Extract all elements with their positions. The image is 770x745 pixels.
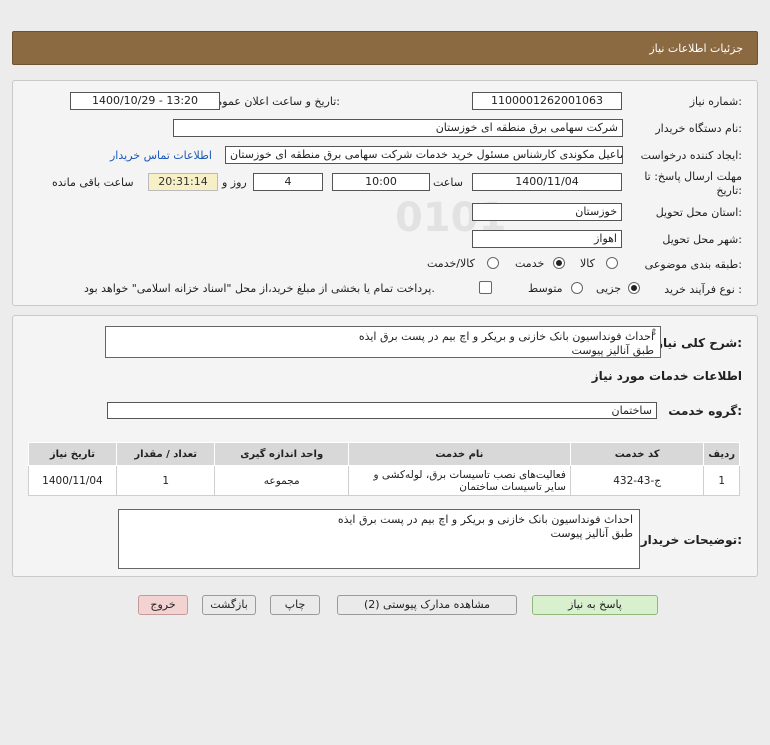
- cell-service-name: فعالیت‌های نصب تاسیسات برق، لوله‌کشی و س…: [347, 465, 571, 496]
- col-unit: واحد اندازه گیری: [214, 442, 349, 466]
- col-quantity: تعداد / مقدار: [115, 442, 216, 466]
- services-table-header: تاریخ نیاز تعداد / مقدار واحد اندازه گیر…: [28, 442, 740, 466]
- creator-field: اسماعیل مکوندی کارشناس مسئول خرید خدمات …: [225, 146, 623, 164]
- reply-button[interactable]: پاسخ به نیاز: [532, 595, 658, 615]
- creator-label: ایجاد کننده درخواست:: [640, 149, 742, 162]
- buyer-field: شرکت سهامی برق منطقه ای خوزستان: [173, 119, 623, 137]
- buyer-label: نام دستگاه خریدار:: [655, 122, 742, 135]
- category-radio-goods[interactable]: [606, 257, 618, 269]
- buyer-notes-textarea: احداث فونداسیون بانک خازنی و بریکر و اچ …: [118, 509, 640, 569]
- remaining-time-field: 20:31:14: [148, 173, 218, 191]
- cell-need-date: 1400/11/04: [28, 465, 117, 496]
- deadline-date-field: 1400/11/04: [472, 173, 622, 191]
- col-row: ردیف: [703, 442, 740, 466]
- category-radio-service[interactable]: [553, 257, 565, 269]
- city-field: اهواز: [472, 230, 622, 248]
- print-button[interactable]: چاپ: [270, 595, 320, 615]
- deadline-time-field: 10:00: [332, 173, 430, 191]
- days-label: روز و: [222, 176, 247, 189]
- province-label: استان محل تحویل:: [655, 206, 742, 219]
- need-summary-line-1: احداث فونداسیون بانک خازنی و بریکر و اچ …: [358, 330, 654, 343]
- deadline-label-date: تاریخ:: [716, 184, 742, 197]
- need-summary-label: شرح کلی نیاز:: [656, 336, 742, 350]
- deadline-label: مهلت ارسال پاسخ: تا: [644, 170, 742, 183]
- col-need-date: تاریخ نیاز: [28, 442, 117, 466]
- service-group-label: گروه خدمت:: [668, 404, 742, 418]
- announce-label: تاریخ و ساعت اعلان عمومی:: [207, 95, 340, 108]
- need-number-field: 1100001262001063: [472, 92, 622, 110]
- cell-unit: مجموعه: [214, 465, 349, 496]
- province-field: خوزستان: [472, 203, 622, 221]
- table-row: 1400/11/04 1 مجموعه فعالیت‌های نصب تاسیس…: [28, 465, 740, 496]
- page-header: جزئیات اطلاعات نیاز: [12, 31, 758, 65]
- view-attachments-button[interactable]: مشاهده مدارک پیوستی (2): [337, 595, 517, 615]
- purchase-option-minor: جزیی: [596, 282, 622, 295]
- col-service-name: نام خدمت: [347, 442, 571, 466]
- announce-field: 1400/10/29 - 13:20: [70, 92, 220, 110]
- services-table: تاریخ نیاز تعداد / مقدار واحد اندازه گیر…: [28, 442, 740, 496]
- city-label: شهر محل تحویل:: [662, 233, 742, 246]
- purchase-option-medium: متوسط: [528, 282, 563, 295]
- resize-grip-icon[interactable]: ⇕: [650, 328, 658, 338]
- need-summary-textarea: احداث فونداسیون بانک خازنی و بریکر و اچ …: [105, 326, 661, 358]
- service-group-field: ساختمان: [107, 402, 657, 419]
- buyer-notes-line-1: احداث فونداسیون بانک خازنی و بریکر و اچ …: [337, 513, 633, 526]
- cell-row: 1: [703, 465, 740, 496]
- treasury-payment-note: پرداخت تمام یا بخشی از مبلغ خرید،از محل …: [84, 282, 435, 295]
- days-field: 4: [253, 173, 323, 191]
- services-section-title: اطلاعات خدمات مورد نیاز: [591, 369, 742, 383]
- col-service-code: کد خدمت: [569, 442, 705, 466]
- buyer-contact-link[interactable]: اطلاعات تماس خریدار: [110, 149, 212, 162]
- category-option-service: خدمت: [515, 257, 545, 270]
- buyer-notes-line-2: طبق آنالیز پیوست: [550, 527, 633, 540]
- category-option-goods-service: کالا/خدمت: [427, 257, 475, 270]
- buyer-notes-label: توضیحات خریدار:: [640, 533, 742, 547]
- remaining-label: ساعت باقی مانده: [52, 176, 134, 189]
- exit-button[interactable]: خروج: [138, 595, 188, 615]
- purchase-radio-medium[interactable]: [571, 282, 583, 294]
- treasury-payment-checkbox[interactable]: [479, 281, 492, 294]
- need-info-panel: [12, 80, 758, 306]
- category-option-goods: کالا: [580, 257, 595, 270]
- cell-quantity: 1: [115, 465, 216, 496]
- page-title: جزئیات اطلاعات نیاز: [649, 42, 743, 55]
- need-summary-line-2: طبق آنالیز پیوست: [571, 344, 654, 357]
- need-number-label: شماره نیاز:: [689, 95, 742, 108]
- cell-service-code: ج-43-432: [569, 465, 705, 496]
- category-label: طبقه بندی موضوعی:: [644, 258, 742, 271]
- category-radio-goods-service[interactable]: [487, 257, 499, 269]
- purchase-radio-minor[interactable]: [628, 282, 640, 294]
- deadline-time-label: ساعت: [433, 176, 463, 189]
- back-button[interactable]: بازگشت: [202, 595, 256, 615]
- purchase-type-label: نوع فرآیند خرید :: [664, 283, 742, 296]
